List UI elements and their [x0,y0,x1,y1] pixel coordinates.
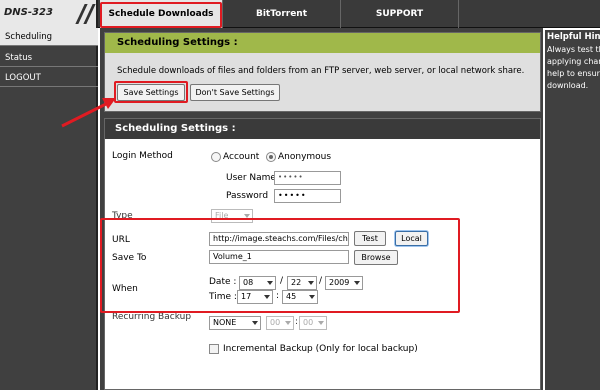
username-field[interactable]: ••••• [274,171,341,185]
help-text-line: Always test the [547,45,600,54]
chevron-down-icon [318,321,324,325]
password-field[interactable]: ••••• [274,189,341,203]
radio-account-label: Account [223,152,260,162]
recurring-backup-label: Recurring Backup [112,312,192,322]
recurring-minute-select[interactable]: 00 [299,316,327,330]
incremental-backup-checkbox[interactable] [209,344,219,354]
incremental-backup-label: Incremental Backup (Only for local backu… [223,344,418,354]
help-text-line: applying chanc [547,57,600,66]
username-label: User Name [226,173,276,183]
helpful-hints-panel: Helpful Hints Always test the applying c… [545,30,600,390]
login-method-label: Login Method [112,151,173,161]
helpful-hints-title: Helpful Hints [547,32,600,42]
highlight-box [100,218,460,313]
scheduling-form-title: Scheduling Settings : [105,119,540,139]
recurring-value: NONE [213,318,237,327]
recurring-hour-select[interactable]: 00 [266,316,294,330]
radio-anonymous-label: Anonymous [278,152,332,162]
recurring-hour-value: 00 [270,318,281,327]
password-label: Password [226,191,269,201]
chevron-down-icon [252,321,258,325]
recurring-minute-value: 00 [303,318,314,327]
help-text-line: download. [547,81,589,90]
radio-anonymous[interactable] [266,152,276,162]
radio-account[interactable] [211,152,221,162]
chevron-down-icon [285,321,291,325]
time-separator: : [295,317,299,327]
recurring-select[interactable]: NONE [209,316,261,330]
help-text-line: help to ensure [547,69,600,78]
